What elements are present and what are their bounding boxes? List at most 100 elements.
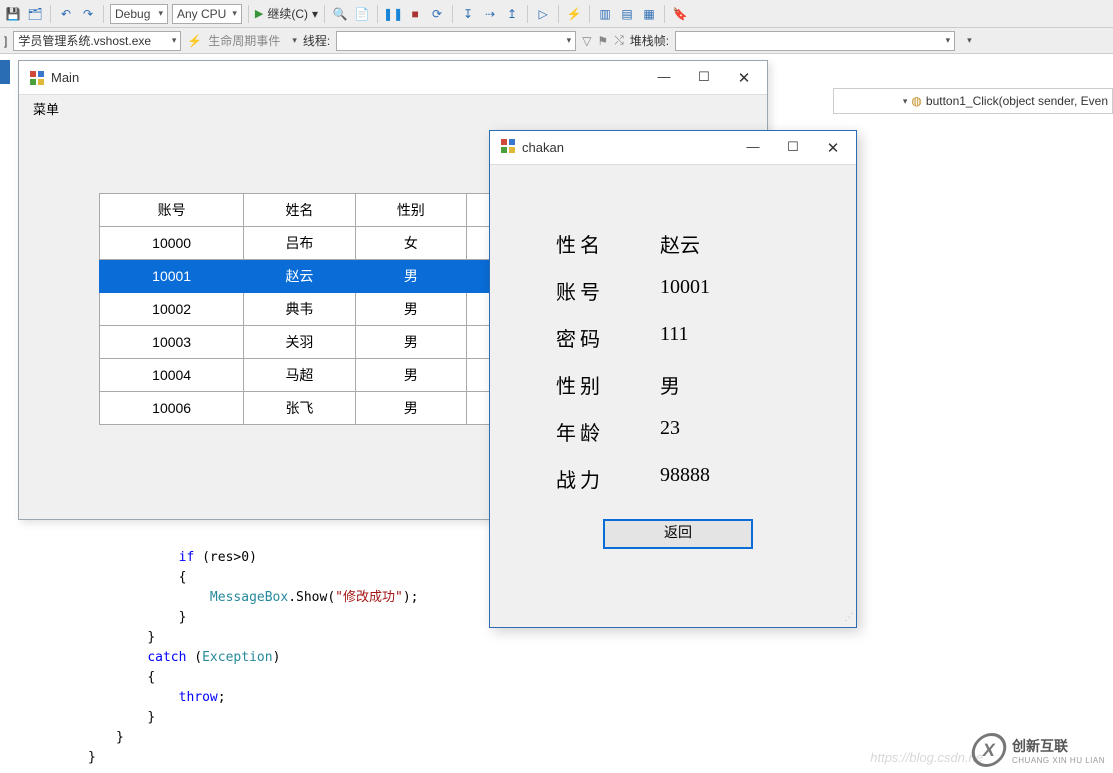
app-icon [29,70,45,86]
chakan-titlebar[interactable]: chakan — ☐ ✕ [490,131,856,165]
window-chakan: chakan — ☐ ✕ 性名赵云 账号10001 密码111 性别男 年龄23… [489,130,857,628]
lifecycle-icon[interactable]: ⚡ [187,34,202,48]
menu-item[interactable]: 菜单 [27,97,65,120]
brand-icon: X [969,733,1009,767]
cell-name[interactable]: 典韦 [244,293,355,326]
cell-id[interactable]: 10004 [100,359,244,392]
misc2-icon[interactable]: ▤ [618,5,636,23]
method-icon: ◍ [911,94,921,108]
config-combo[interactable]: Debug▾ [110,4,168,24]
cell-gender[interactable]: 男 [355,392,466,425]
main-titlebar[interactable]: Main — ☐ ✕ [19,61,767,95]
label-pwd: 密码 [556,323,620,352]
value-id: 10001 [660,276,710,305]
label-id: 账号 [556,276,620,305]
tool-b-icon[interactable]: 📄 [353,5,371,23]
platform-combo[interactable]: Any CPU▾ [172,4,242,24]
process-combo[interactable]: 学员管理系统.vshost.exe▾ [13,31,181,51]
thread-label: 线程: [303,32,330,49]
cell-id[interactable]: 10002 [100,293,244,326]
resize-grip-icon[interactable]: ⋰ [844,612,852,623]
close-button[interactable]: ✕ [731,69,757,87]
continue-icon[interactable]: ▶ [255,7,263,20]
table-row[interactable]: 10004马超男 [100,359,493,392]
table-row[interactable]: 10002典韦男 [100,293,493,326]
cell-name[interactable]: 关羽 [244,326,355,359]
tool-a-icon[interactable]: 🔍 [331,5,349,23]
label-name: 性名 [556,229,620,258]
cell-gender[interactable]: 女 [355,227,466,260]
minimize-button[interactable]: — [740,139,766,157]
cell-id[interactable]: 10003 [100,326,244,359]
cursor-icon[interactable]: ▷ [534,5,552,23]
step-over-icon[interactable]: ⇢ [481,5,499,23]
cell-gender[interactable]: 男 [355,293,466,326]
stop-icon[interactable]: ■ [406,5,424,23]
table-row[interactable]: 10003关羽男 [100,326,493,359]
cell-gender[interactable]: 男 [355,326,466,359]
filter-icon[interactable]: ▽ [582,34,591,48]
menu-bar: 菜单 [19,95,767,121]
misc1-icon[interactable]: ▥ [596,5,614,23]
detail-panel: 性名赵云 账号10001 密码111 性别男 年龄23 战力98888 返回 [490,165,856,549]
brand-logo: X 创新互联 CHUANG XIN HU LIAN [972,733,1105,767]
cell-gender[interactable]: 男 [355,260,466,293]
save-all-icon[interactable]: 🗂 [26,5,44,23]
maximize-button[interactable]: ☐ [780,139,806,157]
value-name: 赵云 [660,229,700,258]
redo-icon[interactable]: ↷ [79,5,97,23]
stack-combo[interactable]: ▾ [675,31,955,51]
col-gender[interactable]: 性别 [355,194,466,227]
flag-icon[interactable]: ⚑ [597,34,608,48]
cell-name[interactable]: 吕布 [244,227,355,260]
table-row[interactable]: 10006张飞男 [100,392,493,425]
cell-id[interactable]: 10000 [100,227,244,260]
vs-toolbar-top: 💾 🗂 ↶ ↷ Debug▾ Any CPU▾ ▶ 继续(C) ▾ 🔍 📄 ❚❚… [0,0,1113,28]
lifecycle-label: 生命周期事件 [208,32,280,49]
doc-tab-strip[interactable] [0,60,10,84]
table-row[interactable]: 10001赵云男 [100,260,493,293]
lightbulb-icon[interactable]: ⚡ [565,5,583,23]
label-power: 战力 [556,464,620,493]
undo-icon[interactable]: ↶ [57,5,75,23]
continue-label[interactable]: 继续(C) [267,5,308,22]
cell-name[interactable]: 张飞 [244,392,355,425]
thread-combo[interactable]: ▾ [336,31,576,51]
minimize-button[interactable]: — [651,69,677,87]
cell-id[interactable]: 10006 [100,392,244,425]
header-row: 账号 姓名 性别 [100,194,493,227]
value-power: 98888 [660,464,710,493]
code-editor[interactable]: if (res>0) { MessageBox.Show("修改成功"); } … [116,548,418,768]
value-age: 23 [660,417,680,446]
swap-icon[interactable]: ⤭ [614,33,624,48]
save-icon[interactable]: 💾 [4,5,22,23]
col-id[interactable]: 账号 [100,194,244,227]
cell-id[interactable]: 10001 [100,260,244,293]
col-name[interactable]: 姓名 [244,194,355,227]
close-button[interactable]: ✕ [820,139,846,157]
misc4-icon[interactable]: 🔖 [671,5,689,23]
maximize-button[interactable]: ☐ [691,69,717,87]
value-gender: 男 [660,370,680,399]
misc3-icon[interactable]: ▦ [640,5,658,23]
stack-label: 堆栈帧: [630,32,669,49]
value-pwd: 111 [660,323,689,352]
vs-toolbar-debug: ] 学员管理系统.vshost.exe▾ ⚡ 生命周期事件 ▾ 线程: ▾ ▽ ⚑… [0,28,1113,54]
label-age: 年龄 [556,417,620,446]
chakan-title: chakan [522,140,564,155]
app-icon [500,138,516,157]
back-button[interactable]: 返回 [603,519,753,549]
cell-name[interactable]: 赵云 [244,260,355,293]
step-into-icon[interactable]: ↧ [459,5,477,23]
datagrid[interactable]: 账号 姓名 性别 10000吕布女10001赵云男10002典韦男10003关羽… [99,193,493,425]
pause-icon[interactable]: ❚❚ [384,5,402,23]
process-label: ] [4,34,7,48]
restart-icon[interactable]: ⟳ [428,5,446,23]
main-title: Main [51,70,79,85]
table-row[interactable]: 10000吕布女 [100,227,493,260]
member-dropdown[interactable]: ▾ ◍ button1_Click(object sender, Even [833,88,1113,114]
watermark: https://blog.csdn.ne [870,750,983,765]
cell-name[interactable]: 马超 [244,359,355,392]
step-out-icon[interactable]: ↥ [503,5,521,23]
cell-gender[interactable]: 男 [355,359,466,392]
